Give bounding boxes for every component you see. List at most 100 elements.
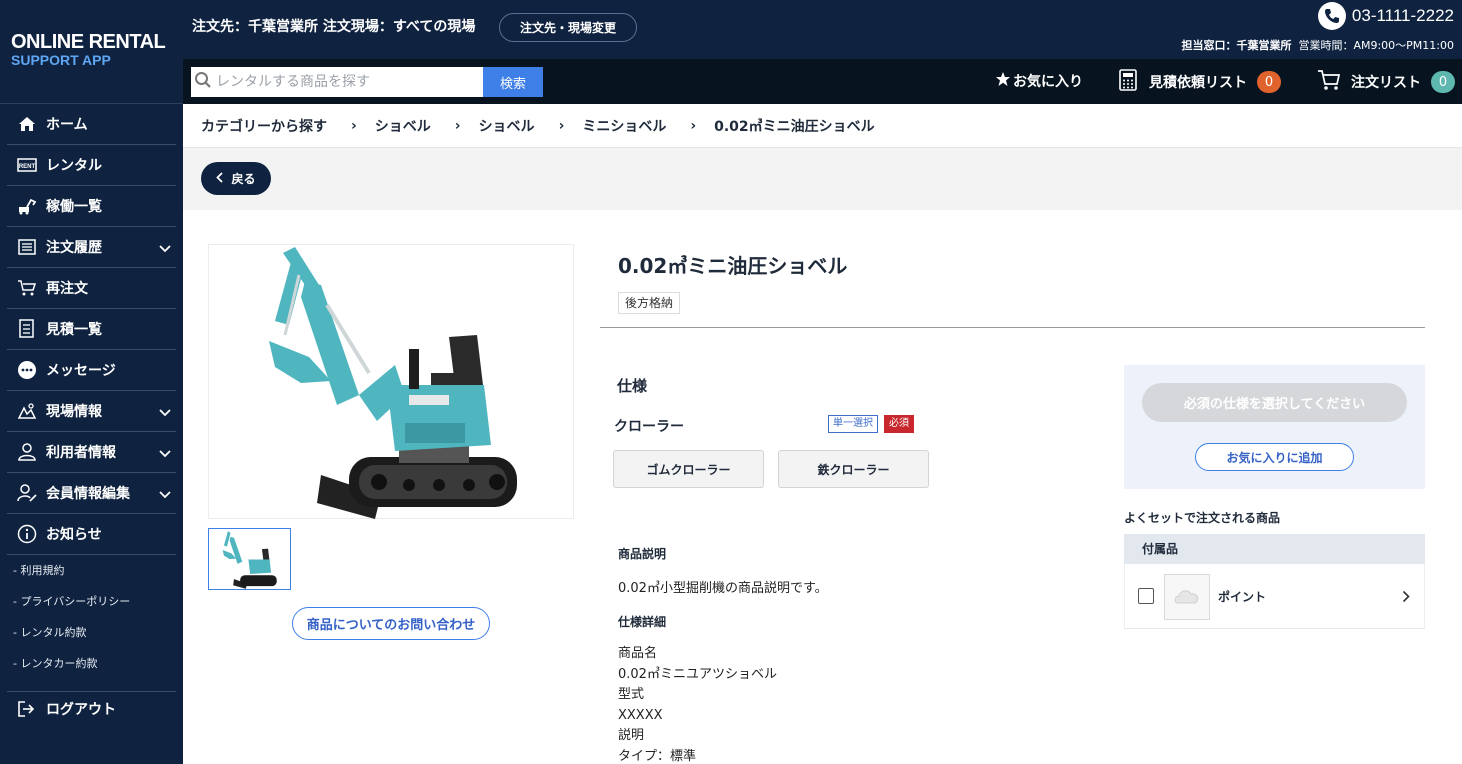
sidebar-item-label: 再注文 bbox=[46, 281, 88, 297]
sidebar-item-label: 注文履歴 bbox=[46, 240, 102, 256]
business-hours: 担当窓口：千葉営業所 営業時間：AM9:00〜PM11:00 bbox=[1181, 37, 1454, 53]
detail-line: 商品名 bbox=[618, 646, 658, 661]
favorites-link[interactable]: お気に入り bbox=[995, 71, 1083, 91]
chevron-down-icon[interactable] bbox=[159, 405, 171, 421]
sidebar-item-site-info[interactable]: 現場情報 bbox=[7, 391, 176, 432]
logo-subtitle: SUPPORT APP bbox=[11, 52, 111, 68]
phone-contact[interactable]: 03-1111-2222 bbox=[1317, 2, 1454, 30]
link-privacy[interactable]: - プライバシーポリシー bbox=[7, 594, 183, 625]
sidebar-item-messages[interactable]: メッセージ bbox=[7, 350, 176, 391]
sidebar-item-label: 稼働一覧 bbox=[46, 199, 102, 215]
sidebar-item-label: お知らせ bbox=[46, 527, 102, 543]
option-group-label: クローラー bbox=[614, 419, 684, 435]
logout-button[interactable]: ログアウト bbox=[7, 691, 176, 725]
breadcrumb-item[interactable]: ミニショベル bbox=[582, 116, 666, 136]
required-badge: 必須 bbox=[884, 415, 914, 433]
breadcrumb-item[interactable]: ショベル bbox=[375, 116, 431, 136]
header-toolbar: 検索 お気に入り 見積依頼リスト 0 注文リスト 0 bbox=[183, 59, 1462, 104]
logout-icon bbox=[17, 700, 37, 718]
chevron-right-icon: › bbox=[351, 117, 357, 134]
description-text: 0.02㎥小型掘削機の商品説明です。 bbox=[618, 581, 828, 596]
detail-line: タイプ：標準 bbox=[618, 748, 697, 764]
product-inquiry-button[interactable]: 商品についてのお問い合わせ bbox=[292, 607, 490, 640]
sidebar-item-rental[interactable]: RENT レンタル bbox=[7, 145, 176, 186]
sidebar-item-label: 会員情報編集 bbox=[46, 486, 130, 502]
breadcrumb-item[interactable]: カテゴリーから探す bbox=[201, 116, 327, 136]
detail-line: 型式 bbox=[618, 687, 645, 703]
chevron-down-icon[interactable] bbox=[159, 446, 171, 462]
accessory-header: 付属品 bbox=[1124, 534, 1425, 564]
chevron-right-icon: › bbox=[454, 117, 461, 134]
link-rentacar-terms[interactable]: - レンタカー約款 bbox=[7, 656, 183, 687]
sidebar-item-label: ホーム bbox=[46, 117, 88, 133]
sidebar-item-member-edit[interactable]: 会員情報編集 bbox=[7, 473, 176, 514]
app-logo[interactable]: ONLINE RENTAL SUPPORT APP bbox=[0, 0, 183, 104]
sidebar-item-reorder[interactable]: 再注文 bbox=[7, 268, 176, 309]
sidebar-item-quotes[interactable]: 見積一覧 bbox=[7, 309, 176, 350]
accessory-image bbox=[1164, 574, 1210, 620]
option-rubber-crawler-button[interactable]: ゴムクローラー bbox=[613, 450, 764, 488]
order-count-badge: 0 bbox=[1431, 71, 1455, 93]
accessory-name: ポイント bbox=[1218, 590, 1267, 604]
excavator-thumb-image bbox=[222, 531, 277, 589]
info-icon bbox=[17, 524, 37, 544]
no-image-icon bbox=[1174, 590, 1199, 604]
sidebar-item-order-history[interactable]: 注文履歴 bbox=[7, 227, 176, 268]
link-terms[interactable]: - 利用規約 bbox=[7, 563, 183, 594]
user-edit-icon bbox=[17, 483, 37, 503]
accessory-row[interactable]: ポイント bbox=[1124, 564, 1425, 629]
detail-line: 0.02㎥ミニユアツショベル bbox=[618, 666, 777, 682]
description-heading: 商品説明 bbox=[618, 547, 667, 561]
search-button[interactable]: 検索 bbox=[483, 67, 543, 97]
search-box bbox=[191, 67, 483, 97]
option-steel-crawler-button[interactable]: 鉄クローラー bbox=[778, 450, 929, 488]
select-required-spec-button[interactable]: 必須の仕様を選択してください bbox=[1142, 383, 1407, 422]
chevron-down-icon[interactable] bbox=[159, 241, 171, 257]
sidebar: ONLINE RENTAL SUPPORT APP ホーム RENT レンタル … bbox=[0, 0, 183, 764]
phone-number: 03-1111-2222 bbox=[1351, 6, 1454, 25]
hours-text: 営業時間：AM9:00〜PM11:00 bbox=[1298, 39, 1454, 52]
contact-label: 担当窓口：千葉営業所 bbox=[1181, 39, 1292, 52]
action-box: 必須の仕様を選択してください お気に入りに追加 bbox=[1124, 365, 1425, 489]
sidebar-item-notices[interactable]: お知らせ bbox=[7, 514, 176, 555]
detail-heading: 仕様詳細 bbox=[618, 615, 667, 629]
sidebar-sub-links: - 利用規約 - プライバシーポリシー - レンタル約款 - レンタカー約款 bbox=[0, 555, 183, 691]
back-button[interactable]: 戻る bbox=[201, 162, 271, 195]
sidebar-item-user-info[interactable]: 利用者情報 bbox=[7, 432, 176, 473]
logout-label: ログアウト bbox=[46, 701, 116, 718]
site-icon bbox=[17, 401, 37, 421]
sidebar-item-home[interactable]: ホーム bbox=[7, 104, 176, 145]
svg-text:RENT: RENT bbox=[19, 164, 36, 170]
excavator-image bbox=[269, 247, 517, 519]
divider bbox=[600, 327, 1425, 328]
detail-line: 説明 bbox=[618, 728, 645, 744]
single-select-badge: 単一選択 bbox=[828, 415, 878, 433]
spec-title: 仕様 bbox=[617, 377, 648, 395]
accessory-checkbox[interactable] bbox=[1138, 588, 1154, 604]
product-thumbnail[interactable] bbox=[208, 528, 291, 590]
chevron-right-icon: › bbox=[558, 117, 565, 134]
sidebar-item-label: 利用者情報 bbox=[46, 445, 116, 461]
frequently-ordered-title: よくセットで注文される商品 bbox=[1124, 511, 1281, 525]
add-to-favorites-button[interactable]: お気に入りに追加 bbox=[1195, 443, 1354, 471]
chevron-down-icon[interactable] bbox=[159, 487, 171, 503]
back-bar: 戻る bbox=[183, 148, 1462, 210]
home-icon bbox=[17, 114, 37, 134]
user-icon bbox=[17, 442, 37, 462]
document-icon bbox=[17, 319, 37, 339]
change-order-site-button[interactable]: 注文先・現場変更 bbox=[499, 13, 637, 42]
sidebar-item-label: メッセージ bbox=[46, 363, 116, 379]
breadcrumb-current: 0.02㎥ミニ油圧ショベル bbox=[714, 118, 875, 135]
rent-icon: RENT bbox=[17, 155, 37, 175]
chevron-right-icon[interactable] bbox=[1402, 588, 1410, 607]
sidebar-item-operation[interactable]: 稼働一覧 bbox=[7, 186, 176, 227]
breadcrumb: カテゴリーから探す › ショベル › ショベル › ミニショベル › 0.02㎥… bbox=[183, 104, 1462, 148]
quote-list-link[interactable]: 見積依頼リスト 0 bbox=[1119, 69, 1281, 95]
link-rental-terms[interactable]: - レンタル約款 bbox=[7, 625, 183, 656]
order-info: 注文先：千葉営業所 注文現場：すべての現場 bbox=[192, 19, 476, 35]
calculator-icon bbox=[1119, 69, 1137, 95]
order-list-link[interactable]: 注文リスト 0 bbox=[1317, 69, 1455, 95]
search-input[interactable] bbox=[216, 74, 476, 90]
breadcrumb-item[interactable]: ショベル bbox=[479, 116, 535, 136]
chat-icon bbox=[17, 360, 37, 380]
